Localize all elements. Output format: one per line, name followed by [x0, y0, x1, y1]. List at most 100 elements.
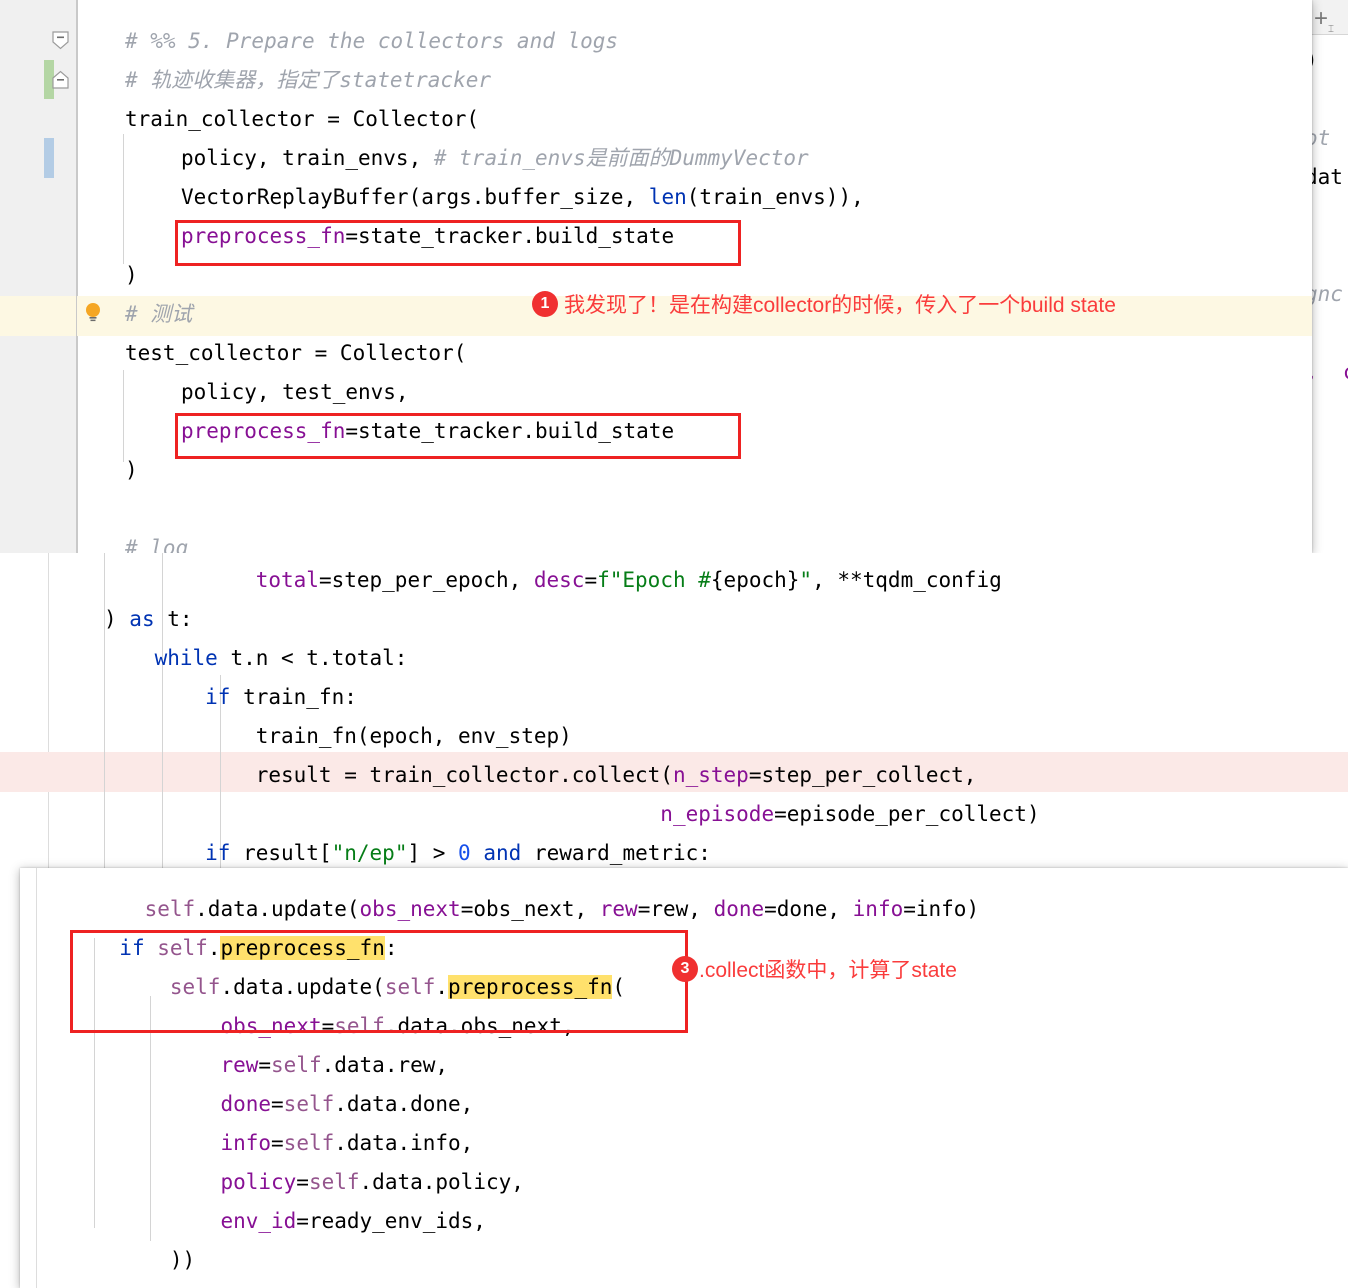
code-token: ) — [104, 607, 130, 631]
highlight-box-train-preprocess-fn — [175, 220, 741, 266]
code-line: total=step_per_epoch, desc=f"Epoch #{epo… — [104, 561, 1040, 600]
code-line: result = train_collector.collect(n_step=… — [104, 756, 1040, 795]
code-token: t: — [154, 607, 193, 631]
annotation-badge-1: 1 — [532, 291, 558, 317]
code-token: .data.rew, — [321, 1053, 449, 1077]
code-line: ) as t: — [104, 600, 1040, 639]
annotation-text-3: .collect函数中，计算了state — [699, 959, 957, 982]
code-fold-icon-2[interactable] — [51, 70, 70, 89]
highlight-box-test-preprocess-fn — [175, 413, 741, 459]
code-line: # log — [125, 529, 864, 553]
code-line: )) — [94, 1241, 979, 1280]
code-token: (train_envs)), — [686, 185, 864, 209]
vcs-change-marker-blue[interactable] — [44, 138, 54, 178]
code-token: if — [205, 685, 231, 709]
annotation-badge-3: 3 — [672, 956, 698, 982]
code-token: VectorReplayBuffer(args.buffer_size, — [181, 185, 649, 209]
annotation-callout-3: 3 .collect函数中，计算了state — [672, 954, 957, 984]
code-token: self — [283, 1092, 335, 1116]
code-token: =ready_env_ids, — [296, 1209, 486, 1233]
code-token: )) — [94, 1248, 196, 1272]
code-token: = — [271, 1131, 284, 1155]
code-line: done=self.data.done, — [94, 1085, 979, 1124]
code-token: =done, — [764, 897, 853, 921]
code-line: train_collector = Collector( — [125, 100, 864, 139]
code-token: done — [220, 1092, 272, 1116]
code-token: rew — [220, 1053, 259, 1077]
code-line: # %% 5. Prepare the collectors and logs — [125, 22, 864, 61]
code-token: " — [799, 568, 813, 592]
code-token: info — [852, 897, 904, 921]
code-line: if train_fn: — [104, 678, 1040, 717]
code-token: desc — [533, 568, 585, 592]
code-token: =obs_next, — [460, 897, 600, 921]
code-token: = — [271, 1092, 284, 1116]
code-token: .data.policy, — [359, 1170, 524, 1194]
code-token: result = train_collector.collect( — [104, 763, 673, 787]
code-token: while — [154, 646, 218, 670]
intention-bulb-icon[interactable] — [82, 301, 104, 323]
training-loop-editor[interactable]: total=step_per_epoch, desc=f"Epoch #{epo… — [0, 553, 1348, 868]
code-line: while t.n < t.total: — [104, 639, 1040, 678]
code-token: n_step — [672, 763, 749, 787]
code-token: test_collector = Collector( — [125, 341, 467, 365]
code-token: ) — [125, 458, 138, 482]
code-token: .data.info, — [334, 1131, 474, 1155]
code-line: if result["n/ep"] > 0 and reward_metric: — [104, 834, 1040, 868]
annotation-text-1: 我发现了！是在构建collector的时候，传入了一个build state — [564, 294, 1116, 317]
plus-icon[interactable]: +⌶ — [1314, 7, 1334, 35]
code-token: = — [258, 1053, 272, 1077]
code-token: env_id — [220, 1209, 297, 1233]
code-token: =step_per_collect, — [748, 763, 977, 787]
code-token: as — [129, 607, 155, 631]
highlight-box-preprocess-fn-branch — [70, 930, 688, 1033]
code-token: =step_per_epoch, — [318, 568, 534, 592]
code-token: =info) — [903, 897, 980, 921]
code-token: # %% 5. Prepare the collectors and logs — [125, 29, 619, 53]
code-line: env_id=ready_env_ids, — [94, 1202, 979, 1241]
code-token: =episode_per_collect) — [774, 802, 1040, 826]
annotation-callout-1: 1 我发现了！是在构建collector的时候，传入了一个build state — [532, 289, 1116, 319]
code-token: policy, train_envs, — [181, 146, 434, 170]
code-token: f"Epoch # — [597, 568, 711, 592]
code-token: ) — [125, 263, 138, 287]
code-line: rew=self.data.rew, — [94, 1046, 979, 1085]
code-token: info — [220, 1131, 272, 1155]
code-token: , **tqdm_config — [812, 568, 1002, 592]
code-token: obs_next — [359, 897, 461, 921]
code-token: train_fn: — [230, 685, 357, 709]
code-token: = — [584, 568, 598, 592]
code-line: info=self.data.info, — [94, 1124, 979, 1163]
code-line: VectorReplayBuffer(args.buffer_size, len… — [125, 178, 864, 217]
code-line: n_episode=episode_per_collect) — [104, 795, 1040, 834]
code-line: policy=self.data.policy, — [94, 1163, 979, 1202]
code-token: .data.done, — [334, 1092, 474, 1116]
code-line: self.data.update(obs_next=obs_next, rew=… — [94, 890, 980, 929]
code-text-mid[interactable]: total=step_per_epoch, desc=f"Epoch #{epo… — [104, 561, 1040, 868]
code-token: self — [144, 897, 196, 921]
collectors-and-logs-editor[interactable]: # %% 5. Prepare the collectors and logs #… — [0, 0, 1312, 553]
code-token: # train_envs是前面的DummyVector — [433, 146, 809, 170]
code-token: # 测试 — [125, 302, 193, 326]
code-token: train_collector = Collector( — [125, 107, 480, 131]
indent-guide — [123, 134, 124, 264]
code-fold-icon[interactable] — [51, 31, 70, 50]
code-token: t.n < t.total: — [217, 646, 408, 670]
code-token: if — [205, 841, 231, 865]
gutter-divider — [76, 0, 77, 553]
code-token: len — [648, 185, 687, 209]
code-text-top[interactable]: # %% 5. Prepare the collectors and logs #… — [125, 22, 864, 553]
code-line: test_collector = Collector( — [125, 334, 864, 373]
code-token: rew — [599, 897, 638, 921]
code-token: reward_metric: — [521, 841, 711, 865]
